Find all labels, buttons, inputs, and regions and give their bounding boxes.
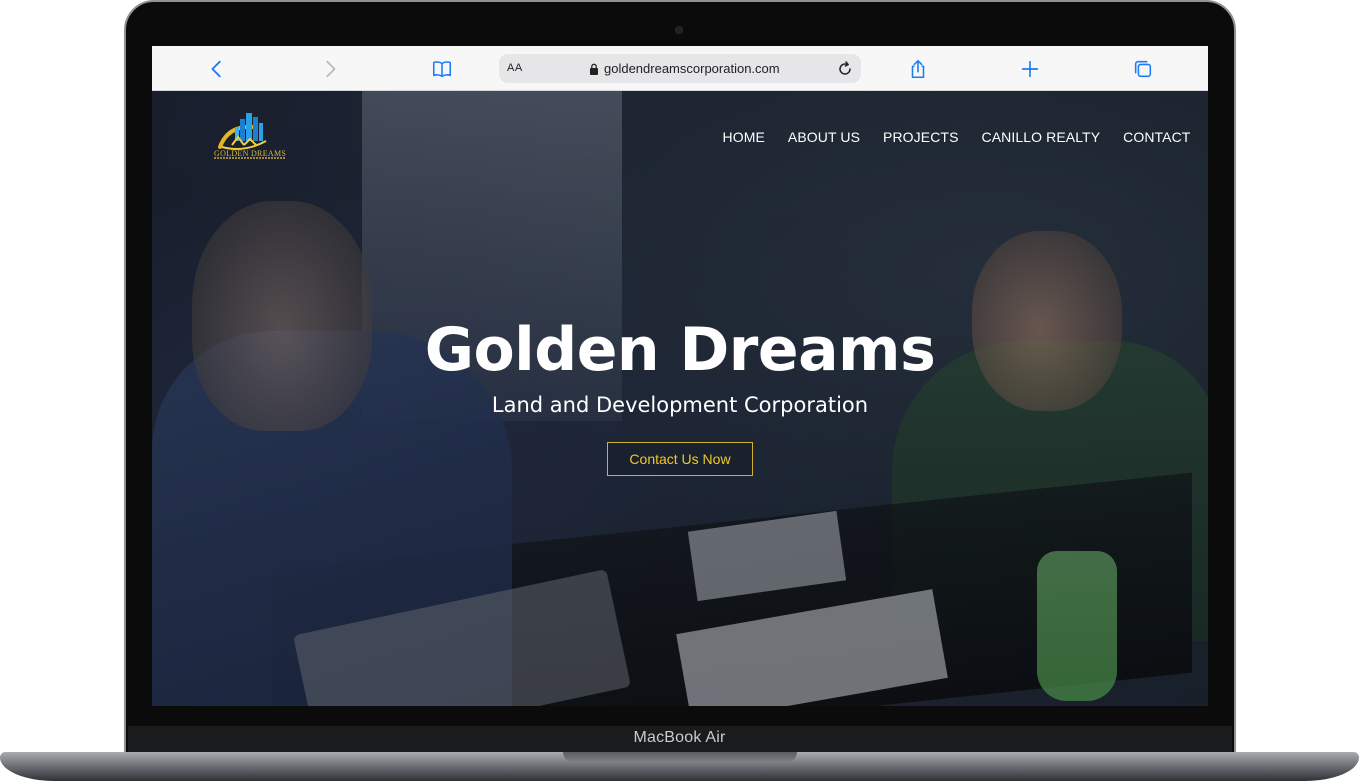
url-text: goldendreamscorporation.com — [604, 61, 780, 76]
nav-canillo-realty[interactable]: CANILLO REALTY — [970, 129, 1112, 145]
address-bar[interactable]: AA goldendreamscorporation.com — [499, 54, 861, 83]
book-icon[interactable] — [430, 57, 454, 81]
contact-us-button[interactable]: Contact Us Now — [607, 442, 753, 476]
browser-toolbar: AA goldendreamscorporation.com — [152, 46, 1208, 91]
reader-size-button[interactable]: AA — [507, 62, 523, 74]
laptop-mockup: AA goldendreamscorporation.com GOLDEN DR… — [0, 0, 1359, 781]
reload-icon[interactable] — [835, 59, 855, 79]
laptop-notch — [563, 752, 797, 762]
chevron-left-icon[interactable] — [205, 57, 229, 81]
brand-tagline — [214, 157, 286, 159]
nav-home[interactable]: HOME — [711, 129, 776, 145]
hero-background-photo — [1037, 551, 1117, 701]
camera-icon — [675, 26, 683, 34]
share-icon[interactable] — [906, 57, 930, 81]
lock-icon — [590, 63, 598, 75]
chevron-right-icon[interactable] — [318, 57, 342, 81]
device-label: MacBook Air — [633, 729, 726, 746]
nav-contact[interactable]: CONTACT — [1112, 129, 1202, 145]
hero-title: Golden Dreams — [424, 315, 936, 385]
tabs-icon[interactable] — [1131, 57, 1155, 81]
nav-projects[interactable]: PROJECTS — [872, 129, 970, 145]
main-nav: HOME ABOUT US PROJECTS CANILLO REALTY CO… — [711, 129, 1202, 145]
url-display[interactable]: goldendreamscorporation.com — [589, 61, 780, 76]
hero-subtitle: Land and Development Corporation — [491, 393, 869, 417]
nav-about-us[interactable]: ABOUT US — [776, 129, 871, 145]
browser-screen: AA goldendreamscorporation.com GOLDEN DR… — [152, 46, 1208, 706]
plus-icon[interactable] — [1018, 57, 1042, 81]
hero-section: GOLDEN DREAMS HOME ABOUT US PROJECTS CAN… — [152, 91, 1208, 706]
